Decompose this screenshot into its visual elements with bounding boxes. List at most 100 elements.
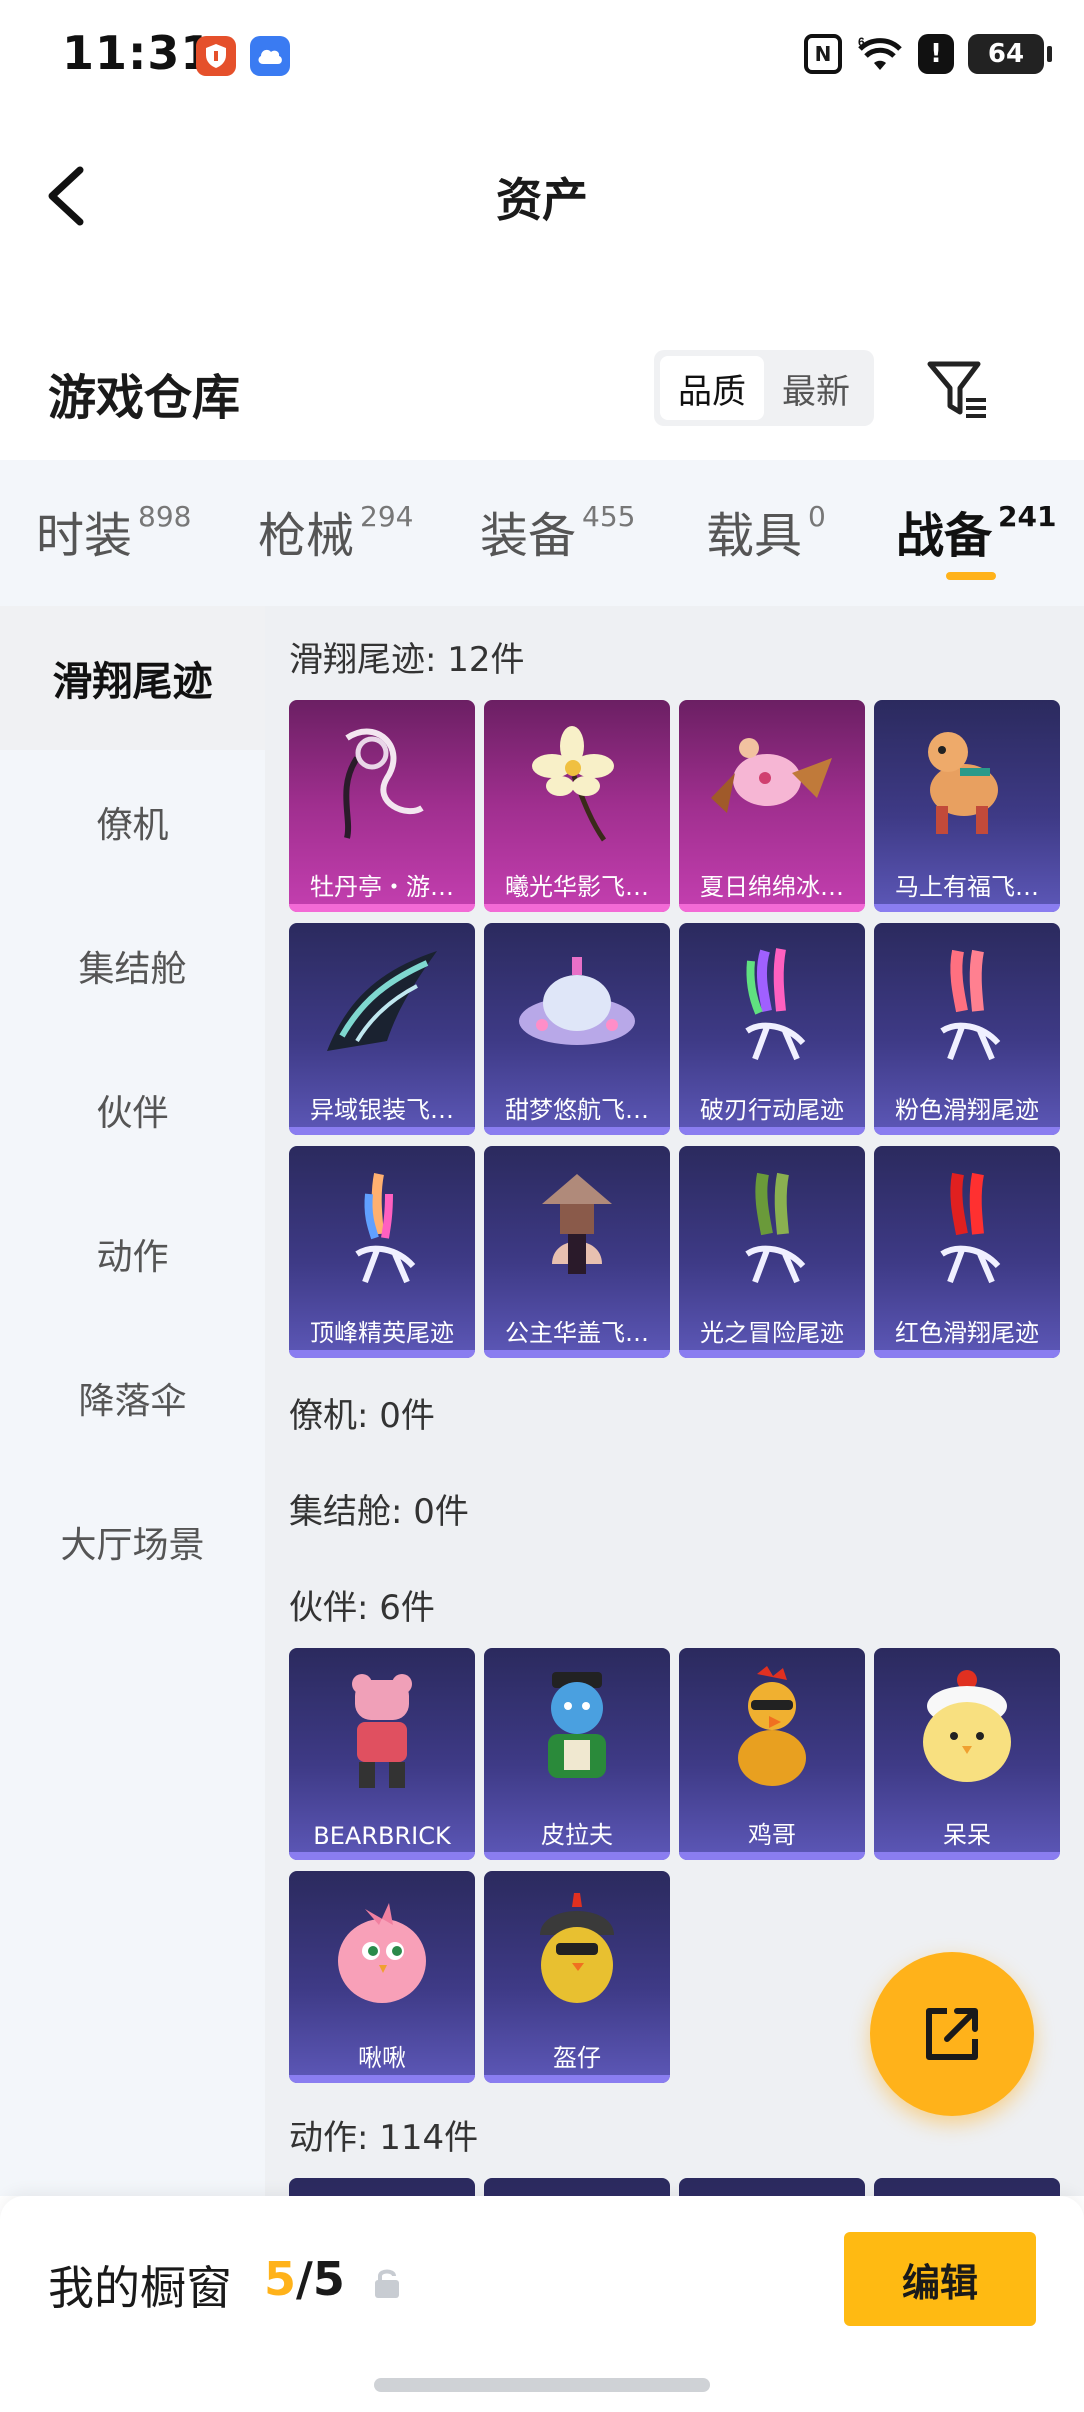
helmet-chick-art: [540, 1893, 614, 2003]
item-card[interactable]: 夏日绵绵冰…: [679, 700, 865, 912]
item-card-label: 盔仔: [553, 2044, 601, 2072]
filter-icon: [927, 361, 986, 418]
sort-quality-option[interactable]: 品质: [660, 356, 764, 420]
item-card-label: 皮拉夫: [541, 1821, 613, 1849]
item-card[interactable]: BEARBRICK: [289, 1648, 475, 1860]
item-card[interactable]: [289, 2178, 475, 2196]
item-card-label: 啾啾: [358, 2044, 406, 2072]
chicken-art: [738, 1666, 806, 1786]
item-card-label: 破刃行动尾迹: [700, 1096, 844, 1124]
showcase-total: /5: [296, 2252, 345, 2306]
item-card[interactable]: 皮拉夫: [484, 1648, 670, 1860]
tab-equipment[interactable]: 装备 455: [480, 496, 635, 566]
item-card[interactable]: [679, 2178, 865, 2196]
item-card[interactable]: 粉色滑翔尾迹: [874, 923, 1060, 1135]
warehouse-title: 游戏仓库: [48, 370, 241, 426]
tab-count: 455: [582, 500, 636, 533]
item-card-label: 光之冒险尾迹: [700, 1319, 844, 1347]
daidai-art: [923, 1670, 1011, 1782]
item-card[interactable]: 牡丹亭・游…: [289, 700, 475, 912]
tab-label: 枪械: [258, 508, 355, 564]
item-card-label: 夏日绵绵冰…: [700, 873, 844, 901]
princess-canopy-trail-art: [542, 1174, 612, 1274]
page-title: 资产: [496, 173, 588, 227]
item-card-label: 呆呆: [943, 1821, 991, 1849]
tab-count: 898: [138, 500, 192, 533]
item-card-label: 粉色滑翔尾迹: [895, 1096, 1039, 1124]
item-card[interactable]: 红色滑翔尾迹: [874, 1146, 1060, 1358]
blade-action-trail-art: [745, 948, 806, 1061]
item-card[interactable]: 异域银装飞…: [289, 923, 475, 1135]
item-card[interactable]: [874, 2178, 1060, 2196]
item-card[interactable]: 曦光华影飞…: [484, 700, 670, 912]
item-card[interactable]: 马上有福飞…: [874, 700, 1060, 912]
icecream-trail-art: [711, 738, 832, 813]
sidebar: 滑翔尾迹 僚机 集结舱 伙伴 动作 降落伞 大厅场景: [0, 606, 265, 2196]
home-indicator[interactable]: [374, 2378, 710, 2392]
pilaf-art: [548, 1672, 606, 1778]
sidebar-item-wingman[interactable]: 僚机: [0, 750, 265, 894]
silver-wing-trail-art: [327, 951, 437, 1051]
nfc-icon: N: [804, 34, 842, 74]
horse-trail-art: [928, 732, 998, 834]
edit-button[interactable]: 编辑: [844, 2232, 1036, 2326]
warehouse-header: 游戏仓库 品质 最新: [0, 330, 1084, 450]
sidebar-item-companion[interactable]: 伙伴: [0, 1038, 265, 1182]
item-card-label: 鸡哥: [748, 1821, 796, 1849]
item-card-label: BEARBRICK: [313, 1822, 451, 1850]
wifi-6-icon: 6: [856, 34, 904, 74]
item-card-label: 异域银装飞…: [310, 1096, 454, 1124]
pink-glide-trail-art: [940, 949, 1001, 1061]
section-title-wingman: 僚机: 0件: [289, 1396, 435, 1436]
item-card-label: 马上有福飞…: [895, 873, 1039, 901]
share-icon: [926, 2008, 978, 2060]
tab-count: 0: [808, 500, 826, 533]
sort-toggle: 品质 最新: [654, 350, 874, 426]
flower-trail-art: [532, 726, 614, 842]
status-bar: 11:31 N 6 ! 64: [0, 0, 1084, 110]
summit-elite-trail-art: [355, 1173, 416, 1284]
status-time: 11:31: [62, 26, 214, 80]
item-card[interactable]: 光之冒险尾迹: [679, 1146, 865, 1358]
item-card-label: 公主华盖飞…: [505, 1319, 649, 1347]
item-card-label: 红色滑翔尾迹: [895, 1319, 1039, 1347]
tab-count: 294: [360, 500, 414, 533]
item-card-label: 顶峰精英尾迹: [310, 1319, 454, 1347]
item-card[interactable]: 顶峰精英尾迹: [289, 1146, 475, 1358]
item-card[interactable]: 公主华盖飞…: [484, 1146, 670, 1358]
shield-icon: [196, 36, 236, 76]
tab-fashion[interactable]: 时装 898: [36, 496, 191, 566]
showcase-current: 5: [264, 2252, 297, 2306]
peony-trail-art: [343, 728, 424, 839]
sidebar-item-emote[interactable]: 动作: [0, 1182, 265, 1326]
bearbrick-art: [352, 1674, 412, 1788]
sidebar-item-glide-trail[interactable]: 滑翔尾迹: [0, 606, 265, 750]
showcase-count: 5/5: [264, 2252, 345, 2306]
sidebar-item-rally-pod[interactable]: 集结舱: [0, 894, 265, 1038]
item-card[interactable]: 呆呆: [874, 1648, 1060, 1860]
sidebar-item-parachute[interactable]: 降落伞: [0, 1326, 265, 1470]
svg-text:6: 6: [858, 35, 865, 49]
item-card[interactable]: 破刃行动尾迹: [679, 923, 865, 1135]
title-bar: 资产: [0, 130, 1084, 260]
tab-count: 241: [998, 500, 1057, 533]
item-card[interactable]: 甜梦悠航飞…: [484, 923, 670, 1135]
section-title-rally-pod: 集结舱: 0件: [289, 1492, 469, 1532]
item-card[interactable]: 盔仔: [484, 1871, 670, 2083]
tab-label: 载具: [706, 508, 803, 564]
category-tabs: 时装 898 枪械 294 装备 455 载具 0 战备 241: [0, 460, 1084, 606]
sort-newest-option[interactable]: 最新: [764, 356, 868, 420]
item-card-label: 牡丹亭・游…: [310, 873, 454, 901]
item-card[interactable]: [484, 2178, 670, 2196]
item-card[interactable]: 鸡哥: [679, 1648, 865, 1860]
sidebar-item-lobby-scene[interactable]: 大厅场景: [0, 1470, 265, 1614]
jiujiu-art: [338, 1903, 426, 2003]
filter-button[interactable]: [922, 354, 992, 424]
tab-combat-gear[interactable]: 战备 241: [896, 496, 1056, 566]
light-adventure-trail-art: [745, 1172, 806, 1284]
tab-guns[interactable]: 枪械 294: [258, 496, 413, 566]
tab-vehicles[interactable]: 载具 0: [706, 496, 826, 566]
item-card[interactable]: 啾啾: [289, 1871, 475, 2083]
alert-icon: !: [918, 34, 954, 74]
share-button[interactable]: [870, 1952, 1034, 2116]
